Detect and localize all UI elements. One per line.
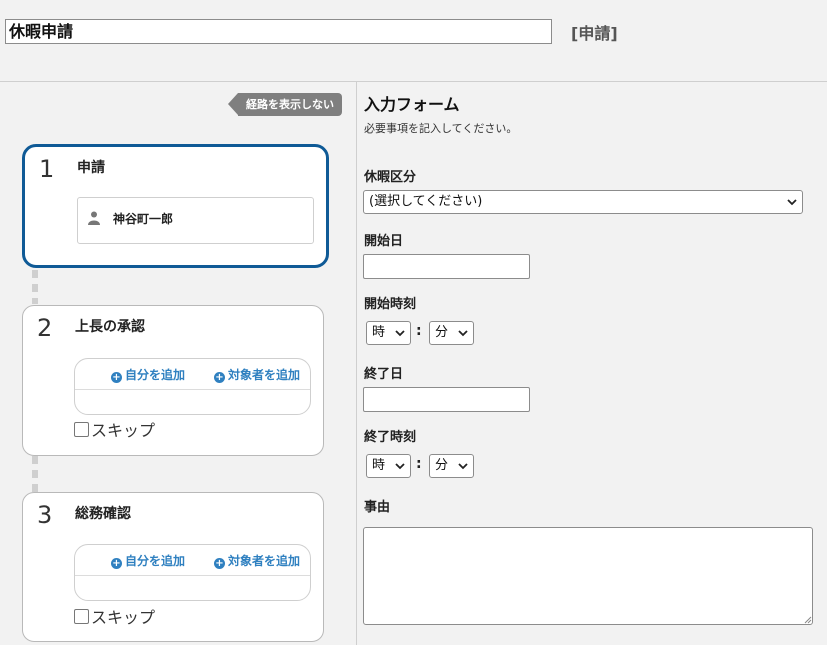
chevron-down-icon xyxy=(458,330,468,337)
hide-route-button[interactable]: 経路を表示しない xyxy=(228,93,342,116)
step-number: 3 xyxy=(37,501,53,529)
form-panel: 入力フォーム 必要事項を記入してください。 休暇区分 (選択してください) 開始… xyxy=(358,82,827,645)
end-hour-value: 時 xyxy=(372,458,386,473)
divider xyxy=(75,389,310,390)
start-date-input[interactable] xyxy=(363,254,530,279)
checkbox-box[interactable] xyxy=(74,608,89,624)
checkbox-box[interactable] xyxy=(74,421,89,437)
add-target-label: 対象者を追加 xyxy=(228,368,301,382)
start-hour-value: 時 xyxy=(372,325,386,340)
resize-handle-icon[interactable] xyxy=(804,616,812,624)
start-minute-value: 分 xyxy=(435,325,449,340)
assignee-add-box: + 自分を追加 + 対象者を追加 xyxy=(74,358,311,415)
add-target-link[interactable]: + 対象者を追加 xyxy=(214,366,300,383)
end-date-input[interactable] xyxy=(363,387,530,412)
step-number: 1 xyxy=(39,155,55,183)
add-target-link[interactable]: + 対象者を追加 xyxy=(214,552,300,569)
person-icon xyxy=(88,211,100,225)
form-title: 入力フォーム xyxy=(364,95,460,114)
route-panel: 経路を表示しない 1 申請 神谷町一郎 2 上長の承認 + 自分を追加 + 対象者を… xyxy=(0,82,357,645)
end-date-label: 終了日 xyxy=(364,367,404,382)
route-step-1[interactable]: 1 申請 神谷町一郎 xyxy=(22,144,329,268)
leave-type-selected: (選択してください) xyxy=(369,194,483,209)
time-separator: : xyxy=(416,456,422,472)
add-target-label: 対象者を追加 xyxy=(228,554,301,568)
add-self-link[interactable]: + 自分を追加 xyxy=(111,552,185,569)
skip-checkbox[interactable]: スキップ xyxy=(74,604,155,628)
end-minute-value: 分 xyxy=(435,458,449,473)
start-minute-select[interactable]: 分 xyxy=(429,321,474,345)
route-connector xyxy=(32,270,38,304)
plus-circle-icon: + xyxy=(214,558,225,569)
plus-circle-icon: + xyxy=(214,372,225,383)
start-hour-select[interactable]: 時 xyxy=(366,321,411,345)
route-step-3: 3 総務確認 + 自分を追加 + 対象者を追加 スキップ xyxy=(22,492,324,642)
add-self-label: 自分を追加 xyxy=(125,368,186,382)
time-separator: : xyxy=(416,323,422,339)
chevron-down-icon xyxy=(458,463,468,470)
leave-type-select[interactable]: (選択してください) xyxy=(363,190,803,214)
route-connector xyxy=(32,456,38,492)
skip-label: スキップ xyxy=(91,421,156,440)
step-title: 申請 xyxy=(77,160,105,176)
chevron-down-icon xyxy=(395,463,405,470)
skip-label: スキップ xyxy=(91,608,156,627)
step-number: 2 xyxy=(37,314,53,342)
assignee-add-box: + 自分を追加 + 対象者を追加 xyxy=(74,544,311,601)
chevron-down-icon xyxy=(787,199,797,206)
reason-label: 事由 xyxy=(364,500,391,515)
step-title: 上長の承認 xyxy=(75,319,145,335)
form-note: 必要事項を記入してください。 xyxy=(364,122,518,135)
start-time-label: 開始時刻 xyxy=(364,297,417,312)
start-date-label: 開始日 xyxy=(364,234,404,249)
title-field[interactable]: 休暇申請 xyxy=(5,19,552,44)
end-hour-select[interactable]: 時 xyxy=(366,454,411,478)
route-step-2: 2 上長の承認 + 自分を追加 + 対象者を追加 スキップ xyxy=(22,305,324,456)
add-self-label: 自分を追加 xyxy=(125,554,186,568)
assignee-name: 神谷町一郎 xyxy=(113,212,174,226)
header: 休暇申請 [申請] xyxy=(0,0,827,82)
leave-type-label: 休暇区分 xyxy=(364,170,417,185)
skip-checkbox[interactable]: スキップ xyxy=(74,417,155,441)
plus-circle-icon: + xyxy=(111,558,122,569)
plus-circle-icon: + xyxy=(111,372,122,383)
chevron-down-icon xyxy=(395,330,405,337)
divider xyxy=(75,575,310,576)
add-self-link[interactable]: + 自分を追加 xyxy=(111,366,185,383)
end-time-label: 終了時刻 xyxy=(364,430,417,445)
end-minute-select[interactable]: 分 xyxy=(429,454,474,478)
status-label: [申請] xyxy=(571,24,618,43)
reason-textarea[interactable] xyxy=(363,527,813,625)
step-title: 総務確認 xyxy=(75,506,131,522)
assignee-card: 神谷町一郎 xyxy=(77,197,314,244)
